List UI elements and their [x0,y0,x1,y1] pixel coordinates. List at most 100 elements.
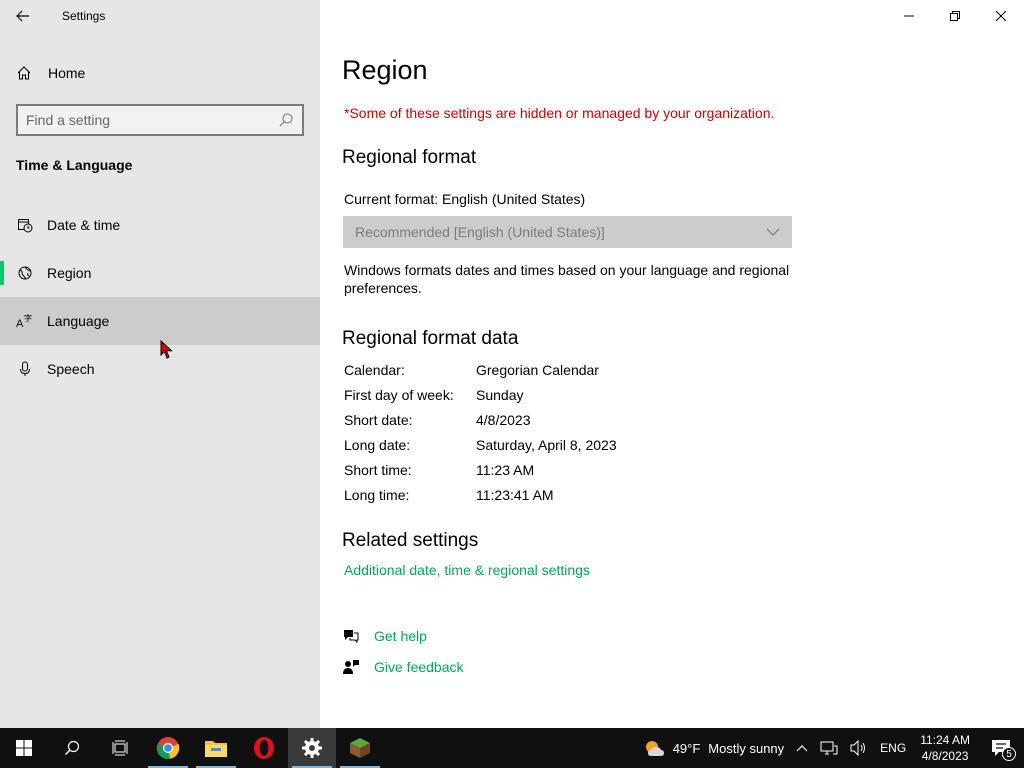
volume-button[interactable] [844,728,874,768]
search-input[interactable] [26,112,278,128]
opera-icon [254,737,274,759]
window-controls [886,0,1024,32]
restore-icon [950,11,960,21]
format-data-header: Regional format data [342,328,519,349]
folder-icon [205,741,227,757]
format-data-table: Calendar: Gregorian Calendar First day of… [344,362,617,512]
task-view-button[interactable] [96,728,144,768]
task-view-icon [112,740,128,756]
format-data-row: Calendar: Gregorian Calendar [344,362,617,387]
speaker-icon [850,740,866,756]
minimize-icon [904,15,914,17]
network-button[interactable] [814,728,844,768]
format-description: Windows formats dates and times based on… [344,262,790,296]
notification-count-badge: 5 [1002,747,1016,761]
format-data-value: 4/8/2023 [476,412,531,428]
format-data-value: Saturday, April 8, 2023 [476,437,617,453]
opera-taskbar-button[interactable] [240,728,288,768]
clock-date: 4/8/2023 [921,749,969,763]
sidebar: Settings Home Time & Language Date & tim… [0,0,320,728]
format-data-key: Calendar: [344,362,405,378]
mouse-cursor-icon [160,340,173,359]
format-data-key: Short date: [344,412,413,428]
svg-text:字: 字 [24,313,32,323]
clock-time: 11:24 AM [920,733,970,747]
get-help-row[interactable]: Get help [342,628,427,644]
get-help-link[interactable]: Get help [374,628,427,644]
taskbar-search-button[interactable] [48,728,96,768]
close-icon [996,11,1006,21]
minecraft-taskbar-button[interactable] [336,728,384,768]
give-feedback-link[interactable]: Give feedback [374,659,464,675]
search-icon[interactable] [278,112,294,128]
sidebar-item-label: Date & time [47,217,121,233]
format-data-key: First day of week: [344,387,454,403]
format-data-row: Long date: Saturday, April 8, 2023 [344,437,617,462]
chrome-taskbar-button[interactable] [144,728,192,768]
weather-widget[interactable]: 49°F Mostly sunny [637,728,790,768]
weather-desc: Mostly sunny [708,740,785,756]
svg-text:A: A [16,318,24,329]
section-title: Time & Language [16,157,133,173]
dropdown-value: Recommended [English (United States)] [355,224,605,240]
sidebar-item-region[interactable]: Region [0,249,320,297]
home-icon [0,65,48,81]
format-data-key: Long date: [344,437,411,453]
search-icon [65,740,80,755]
show-hidden-icons-button[interactable] [790,728,814,768]
weather-temp: 49°F [672,740,701,756]
partly-sunny-icon [645,741,664,756]
file-explorer-taskbar-button[interactable] [192,728,240,768]
chevron-up-icon [796,745,808,752]
format-data-row: Short time: 11:23 AM [344,462,617,487]
minimize-button[interactable] [886,0,932,32]
format-data-value: 11:23:41 AM [476,487,554,503]
additional-regional-settings-link[interactable]: Additional date, time & regional setting… [344,562,590,578]
sidebar-item-language[interactable]: A字 Language [0,297,320,345]
app-title: Settings [62,9,106,23]
search-box[interactable] [16,104,304,136]
regional-format-dropdown: Recommended [English (United States)] [343,216,792,248]
language-icon: A字 [0,313,47,329]
sidebar-item-label: Speech [47,361,95,377]
chevron-down-icon [766,228,780,236]
format-data-key: Short time: [344,462,412,478]
feedback-person-icon [342,659,374,675]
org-managed-notice: *Some of these settings are hidden or ma… [344,105,775,121]
give-feedback-row[interactable]: Give feedback [342,659,464,675]
related-settings-header: Related settings [342,530,479,551]
chrome-icon [156,737,180,760]
action-center-button[interactable]: 5 [978,728,1024,768]
format-data-value: 11:23 AM [476,462,535,478]
back-arrow-icon [16,10,29,22]
format-data-value: Sunday [476,387,524,403]
input-language-indicator[interactable]: ENG [874,728,912,768]
format-data-value: Gregorian Calendar [476,362,599,378]
sidebar-item-date-time[interactable]: Date & time [0,201,320,249]
format-data-row: Long time: 11:23:41 AM [344,487,617,512]
date-time-icon [0,217,47,233]
home-nav-item[interactable]: Home [0,52,320,94]
close-button[interactable] [978,0,1024,32]
gear-icon [302,738,322,758]
settings-taskbar-button[interactable] [288,728,336,768]
current-format-label: Current format: English (United States) [344,191,586,207]
restore-button[interactable] [932,0,978,32]
sidebar-item-label: Language [47,313,110,329]
format-data-row: First day of week: Sunday [344,387,617,412]
network-icon [820,741,838,755]
home-label: Home [48,65,86,81]
clock[interactable]: 11:24 AM 4/8/2023 [912,728,978,768]
system-tray: 49°F Mostly sunny ENG 11:24 AM 4/8/2023 … [637,728,1024,768]
region-icon [0,265,47,281]
main-content: Region *Some of these settings are hidde… [320,0,1024,728]
taskbar: 49°F Mostly sunny ENG 11:24 AM 4/8/2023 … [0,728,1024,768]
back-button[interactable] [0,0,46,32]
microphone-icon [0,361,47,377]
selected-indicator [0,261,4,285]
minecraft-block-icon [350,738,370,758]
page-title: Region [342,55,428,85]
start-button[interactable] [0,728,48,768]
format-data-row: Short date: 4/8/2023 [344,412,617,437]
title-bar: Settings [0,0,320,32]
